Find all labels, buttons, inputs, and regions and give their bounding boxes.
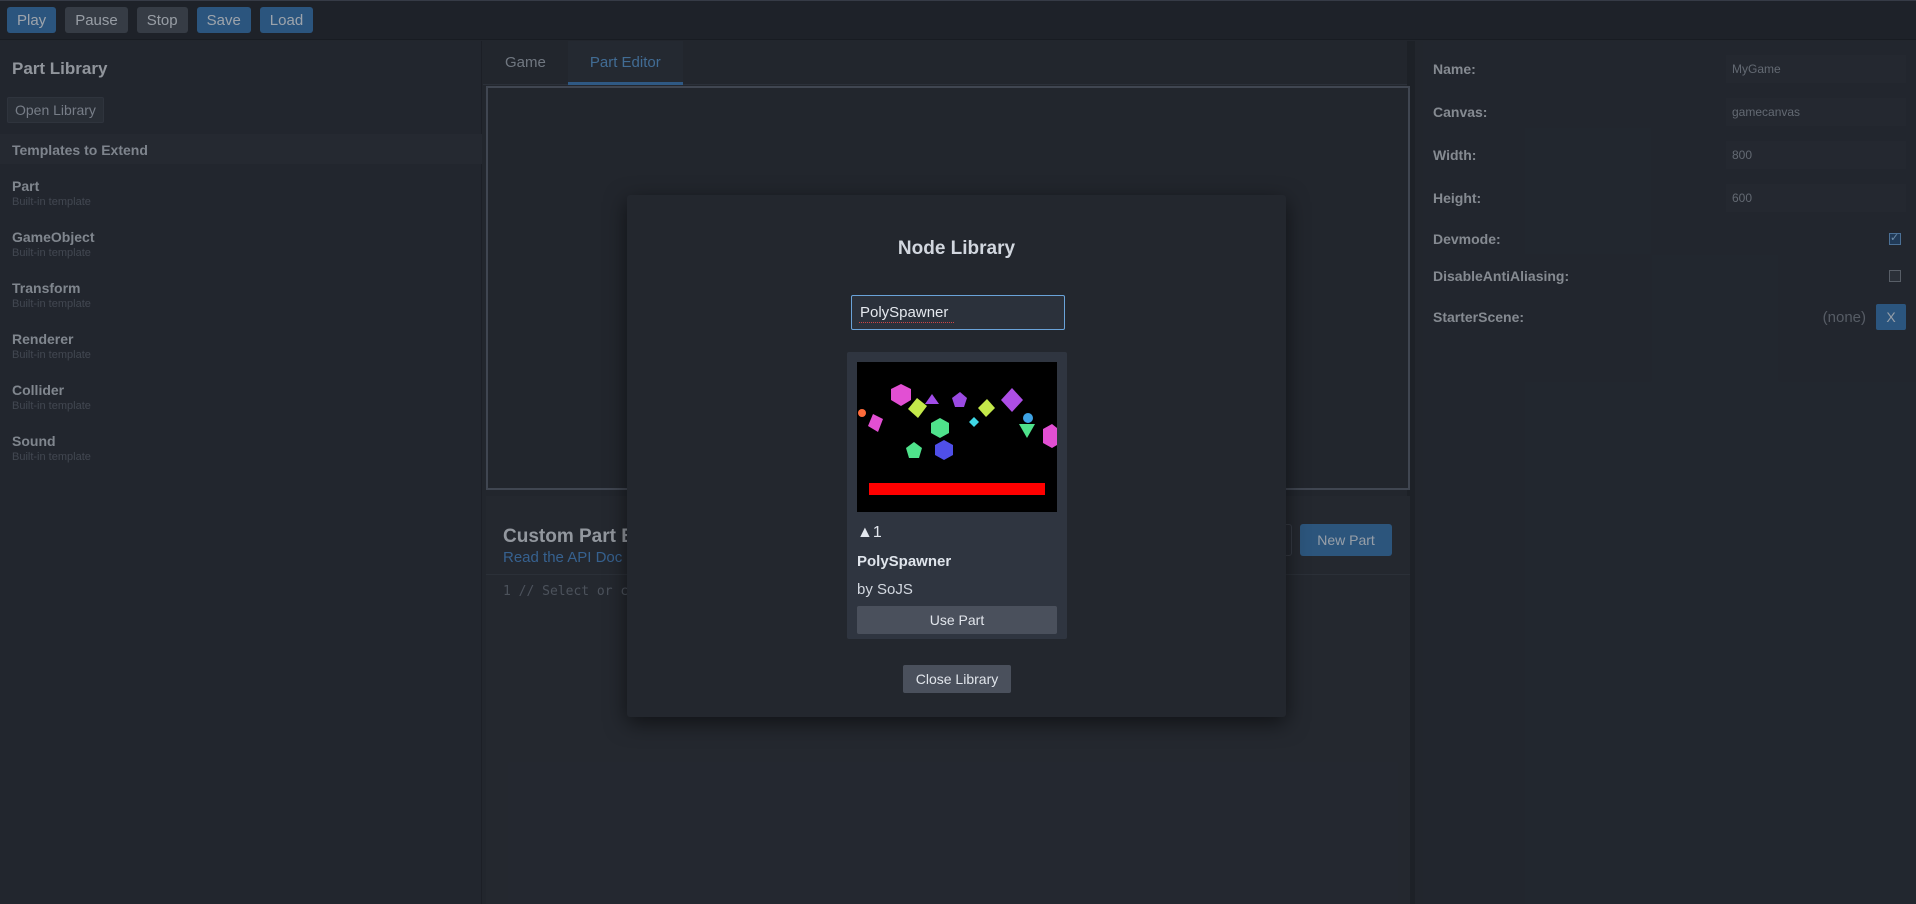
modal-title: Node Library [897, 238, 1016, 259]
spellcheck-underline [859, 321, 954, 323]
part-thumbnail [857, 362, 1057, 512]
library-search-input[interactable] [851, 295, 1065, 330]
part-author: by SoJS [857, 581, 913, 598]
close-library-button[interactable]: Close Library [903, 665, 1011, 693]
use-part-button[interactable]: Use Part [857, 606, 1057, 634]
library-result-card: ▲1 PolySpawner by SoJS Use Part [847, 352, 1067, 639]
node-library-modal: Node Library PolySpawner ▲1 PolySpawner … [627, 195, 1286, 717]
polyspawner-preview-image [857, 362, 1057, 512]
part-name: PolySpawner [857, 553, 952, 570]
part-votes[interactable]: ▲1 [857, 524, 882, 542]
